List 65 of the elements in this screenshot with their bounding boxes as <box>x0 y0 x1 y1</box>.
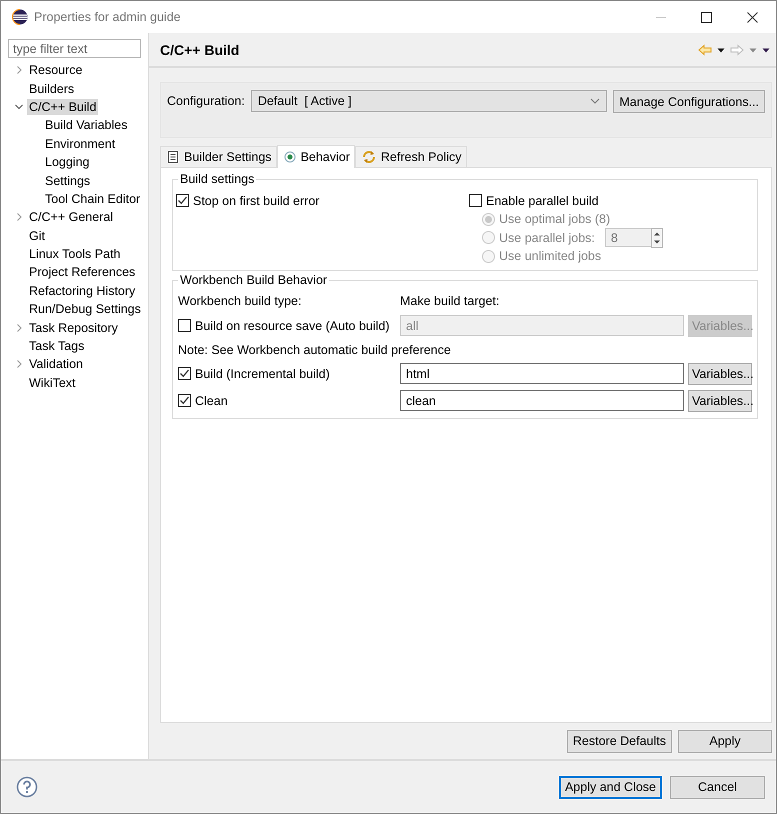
tree-item[interactable]: C/C++ General <box>27 209 116 226</box>
target-field[interactable]: html <box>400 363 684 384</box>
tab[interactable]: Builder Settings <box>160 146 277 167</box>
restore-defaults-button[interactable]: Restore Defaults <box>566 730 672 752</box>
chevron-down-icon <box>590 97 600 105</box>
filter-field[interactable]: type filter text <box>8 39 141 58</box>
tree-item[interactable]: Resource <box>27 62 84 78</box>
tree-item[interactable]: Git <box>27 228 47 244</box>
tree-item[interactable]: Run/Debug Settings <box>27 301 143 318</box>
checkbox[interactable] <box>178 367 191 380</box>
tree-item[interactable]: Validation <box>27 356 85 372</box>
tree-item[interactable]: Linux Tools Path <box>27 246 122 262</box>
tree-item[interactable]: Logging <box>43 154 92 170</box>
tree-item[interactable]: C/C++ Build <box>27 98 98 115</box>
checkbox-label: Build on resource save (Auto build) <box>195 318 390 332</box>
tree-item[interactable]: Task Tags <box>27 338 86 354</box>
manage-configurations-button[interactable]: Manage Configurations... <box>613 90 765 113</box>
variables-button[interactable]: Variables... <box>688 362 752 384</box>
radio-label: Use optimal jobs (8) <box>499 212 610 226</box>
note-text: Note: See Workbench automatic build preference <box>178 342 452 358</box>
list-icon <box>167 150 179 164</box>
window-title: Properties for admin guide <box>34 10 182 24</box>
radio-icon <box>284 151 296 163</box>
minimize-icon <box>656 16 666 18</box>
help-icon <box>16 776 38 798</box>
tree-item[interactable]: Task Repository <box>27 320 120 336</box>
checkbox-label: Enable parallel build <box>486 194 599 208</box>
page-title: C/C++ Build <box>160 42 240 58</box>
checkbox[interactable] <box>469 194 482 207</box>
configuration-dropdown[interactable]: Default [ Active ] <box>250 90 608 112</box>
tree-item[interactable]: Project References <box>27 264 138 280</box>
tab[interactable]: Refresh Policy <box>354 146 466 167</box>
close-icon <box>747 12 758 22</box>
variables-button[interactable]: Variables... <box>688 390 752 412</box>
configuration-label: Configuration: <box>167 93 245 110</box>
refresh-icon <box>362 150 376 164</box>
group-title: Workbench Build Behavior <box>178 272 330 288</box>
tree-item[interactable]: WikiText <box>27 374 78 391</box>
apply-button[interactable]: Apply <box>678 730 772 752</box>
forward-arrow-icon <box>730 44 744 56</box>
spinner-arrows-icon <box>650 228 663 248</box>
checkbox-label: Stop on first build error <box>193 194 320 208</box>
target-field[interactable]: clean <box>400 390 684 411</box>
tree-item[interactable]: Builders <box>27 80 76 97</box>
tree-item[interactable]: Build Variables <box>43 117 130 134</box>
tab[interactable]: Behavior <box>276 145 355 168</box>
radio-label: Use unlimited jobs <box>499 249 602 264</box>
dialog-button[interactable]: Cancel <box>670 776 765 798</box>
checkbox-label: Clean <box>195 394 228 408</box>
tree-item[interactable]: Tool Chain Editor <box>43 190 142 207</box>
tree-item[interactable]: Environment <box>43 136 118 152</box>
app-logo-icon <box>12 9 28 25</box>
tree-item[interactable]: Refactoring History <box>27 282 138 299</box>
checkbox-label: Build (Incremental build) <box>195 366 330 380</box>
column-label: Workbench build type: <box>178 292 302 310</box>
group-title: Build settings <box>178 171 256 187</box>
dialog-button[interactable]: Apply and Close <box>558 776 662 798</box>
jobs-spinner[interactable]: 8 <box>604 228 663 248</box>
checkbox[interactable] <box>176 194 189 207</box>
checkbox[interactable] <box>178 394 191 407</box>
back-arrow-icon <box>698 44 712 56</box>
maximize-icon <box>701 12 712 22</box>
tree-item[interactable]: Settings <box>43 172 92 189</box>
column-label: Make build target: <box>400 292 500 310</box>
radio-label: Use parallel jobs: <box>499 230 595 245</box>
